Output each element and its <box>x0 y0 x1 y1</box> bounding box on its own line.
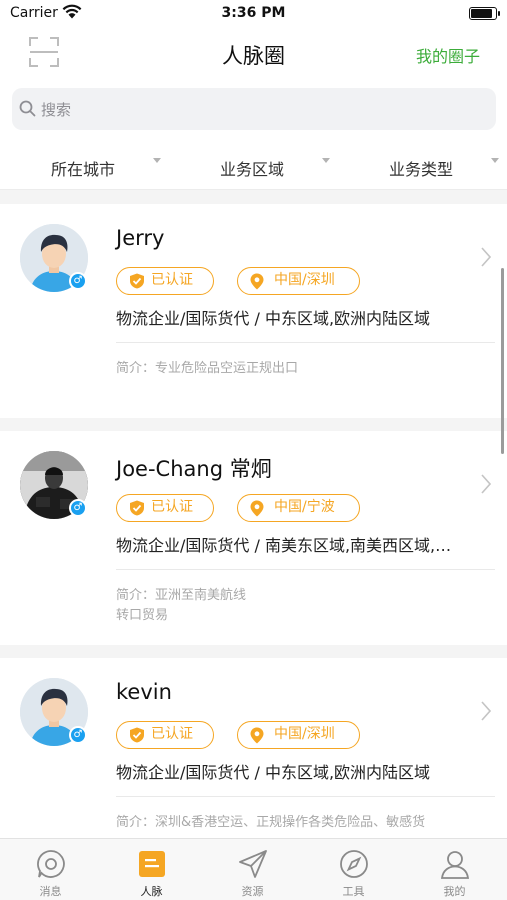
chevron-right-icon <box>481 701 492 725</box>
location-pin-icon <box>250 500 264 517</box>
caret-down-icon <box>153 158 161 163</box>
scrollbar[interactable] <box>501 268 504 454</box>
location-badge: 中国/深圳 <box>237 267 360 295</box>
male-icon: ♂ <box>69 272 87 290</box>
caret-down-icon <box>491 158 499 163</box>
filter-region[interactable]: 业务区域 <box>220 156 330 180</box>
profile-icon <box>440 851 470 879</box>
shield-check-icon <box>130 500 144 516</box>
intro-line: 简介：亚洲至南美航线 <box>116 588 247 603</box>
tab-resources[interactable]: 资源 <box>202 839 303 900</box>
verified-label: 已认证 <box>151 726 193 742</box>
location-label: 中国/深圳 <box>274 272 335 288</box>
contact-card[interactable]: ♂ Jerry 已认证 中国/深圳 物流企业/国际货代 / 中东区域,欧洲内陆区… <box>0 204 507 418</box>
tab-messages[interactable]: 消息 <box>0 839 101 900</box>
verified-label: 已认证 <box>151 272 193 288</box>
chevron-right-icon <box>481 474 492 498</box>
send-icon <box>239 850 267 878</box>
tab-label: 消息 <box>39 885 62 898</box>
contact-name: Jerry <box>116 226 165 250</box>
tab-contacts[interactable]: 人脉 <box>101 839 202 900</box>
message-icon <box>37 850 65 878</box>
filter-city-label: 所在城市 <box>51 160 116 179</box>
filter-region-label: 业务区域 <box>220 160 285 179</box>
male-icon: ♂ <box>69 499 87 517</box>
tab-label: 资源 <box>241 885 264 898</box>
battery-icon <box>469 7 500 20</box>
intro-text: 简介：专业危险品空运正规出口 <box>116 359 486 379</box>
contact-name: kevin <box>116 680 172 704</box>
verified-label: 已认证 <box>151 499 193 515</box>
location-badge: 中国/深圳 <box>237 721 360 749</box>
male-icon: ♂ <box>69 726 87 744</box>
tab-bar: 消息 人脉 资源 工具 我的 <box>0 838 507 900</box>
tab-label: 人脉 <box>140 885 163 898</box>
compass-icon <box>340 850 368 878</box>
caret-down-icon <box>322 158 330 163</box>
my-circle-button[interactable]: 我的圈子 <box>416 43 480 67</box>
intro-text: 简介：深圳&香港空运、正规操作各类危险品、敏感货 <box>116 813 486 833</box>
chevron-right-icon <box>481 247 492 271</box>
filter-city[interactable]: 所在城市 <box>51 156 161 180</box>
contact-name: Joe-Chang 常炯 <box>116 457 272 481</box>
tab-label: 我的 <box>443 885 466 898</box>
intro-line: 简介：深圳&香港空运、正规操作各类危险品、敏感货 <box>116 815 426 830</box>
location-pin-icon <box>250 273 264 290</box>
search-section: 搜索 <box>0 78 507 140</box>
tab-profile[interactable]: 我的 <box>404 839 505 900</box>
location-label: 中国/宁波 <box>274 499 335 515</box>
verified-badge: 已认证 <box>116 494 214 522</box>
divider <box>116 569 495 570</box>
contact-card[interactable]: ♂ Joe-Chang 常炯 已认证 中国/宁波 物流企业/国际货代 / 南美东… <box>0 431 507 645</box>
tab-tools[interactable]: 工具 <box>303 839 404 900</box>
location-pin-icon <box>250 727 264 744</box>
verified-badge: 已认证 <box>116 721 214 749</box>
search-bar[interactable]: 搜索 <box>12 88 496 130</box>
clock: 3:36 PM <box>221 5 286 21</box>
business-info: 物流企业/国际货代 / 南美东区域,南美西区域,… <box>116 536 452 555</box>
screen: Carrier 3:36 PM 人脉圈 我的圈子 搜索 所在城市 业务区域 业务… <box>0 0 507 900</box>
business-info: 物流企业/国际货代 / 中东区域,欧洲内陆区域 <box>116 309 431 328</box>
business-info: 物流企业/国际货代 / 中东区域,欧洲内陆区域 <box>116 763 431 782</box>
status-bar: Carrier 3:36 PM <box>0 0 507 30</box>
filter-business-type-label: 业务类型 <box>389 160 454 179</box>
search-icon <box>19 100 36 121</box>
location-badge: 中国/宁波 <box>237 494 360 522</box>
divider <box>116 342 495 343</box>
filter-business-type[interactable]: 业务类型 <box>389 156 499 180</box>
search-input[interactable]: 搜索 <box>41 99 71 120</box>
nav-bar: 人脉圈 我的圈子 <box>0 30 507 78</box>
intro-text: 简介：亚洲至南美航线 转口贸易 <box>116 586 486 626</box>
tab-label: 工具 <box>342 885 365 898</box>
verified-badge: 已认证 <box>116 267 214 295</box>
shield-check-icon <box>130 727 144 743</box>
contacts-icon <box>139 851 165 877</box>
divider <box>116 796 495 797</box>
shield-check-icon <box>130 273 144 289</box>
intro-line: 转口贸易 <box>116 608 169 623</box>
location-label: 中国/深圳 <box>274 726 335 742</box>
filter-bar: 所在城市 业务区域 业务类型 <box>0 140 507 190</box>
intro-line: 简介：专业危险品空运正规出口 <box>116 361 299 376</box>
